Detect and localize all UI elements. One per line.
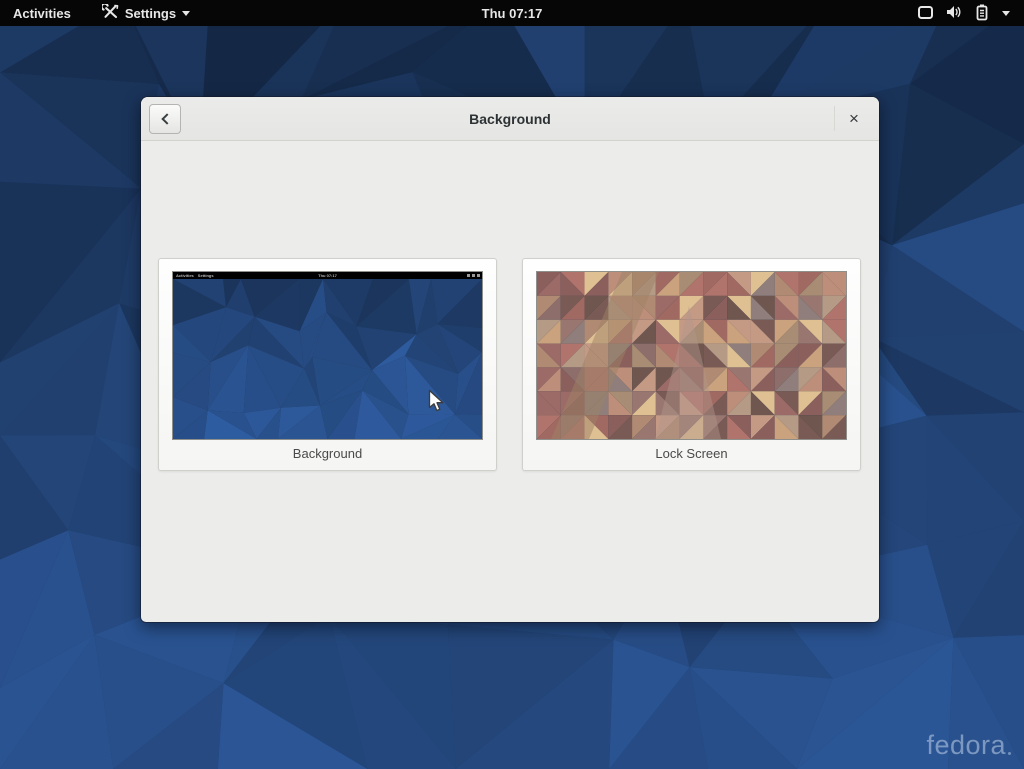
close-button[interactable]: × [835,97,873,141]
background-preview-card[interactable]: Activities Settings Thu 07:17 Background [158,258,497,471]
volume-icon [945,4,962,23]
app-menu-label: Settings [125,6,176,21]
chevron-down-icon [182,11,190,16]
fedora-trademark-dot [1008,752,1011,755]
mini-clock-label: Thu 07:17 [318,272,337,279]
system-status-menu[interactable] [911,0,1016,26]
activities-button[interactable]: Activities [0,0,84,26]
dialog-title: Background [141,97,879,141]
fedora-logo: fedora [926,730,1006,761]
mini-status-icons [467,274,480,277]
mouse-cursor [428,389,446,418]
settings-tools-icon [102,4,119,22]
background-dialog: Background × Activities Settings Thu 07:… [141,97,879,622]
lock-screen-preview-card[interactable]: Lock Screen [522,258,861,471]
card-label: Lock Screen [523,439,860,470]
close-icon: × [849,109,859,129]
screen-icon [917,4,934,23]
battery-icon [973,3,991,24]
clock-label: Thu 07:17 [482,6,543,21]
clock-button[interactable]: Thu 07:17 [482,0,543,26]
activities-label: Activities [13,6,71,21]
dialog-header: Background × [141,97,879,141]
lock-screen-thumbnail [536,271,847,440]
card-label: Background [159,439,496,470]
mini-activities-label: Activities [176,272,194,279]
app-menu-settings[interactable]: Settings [92,0,200,26]
lock-screen-pattern-image [537,272,846,439]
top-bar: Activities Settings Thu 07:17 [0,0,1024,26]
chevron-down-icon [1002,11,1010,16]
mini-settings-label: Settings [198,272,214,279]
mini-top-bar: Activities Settings Thu 07:17 [173,272,482,279]
